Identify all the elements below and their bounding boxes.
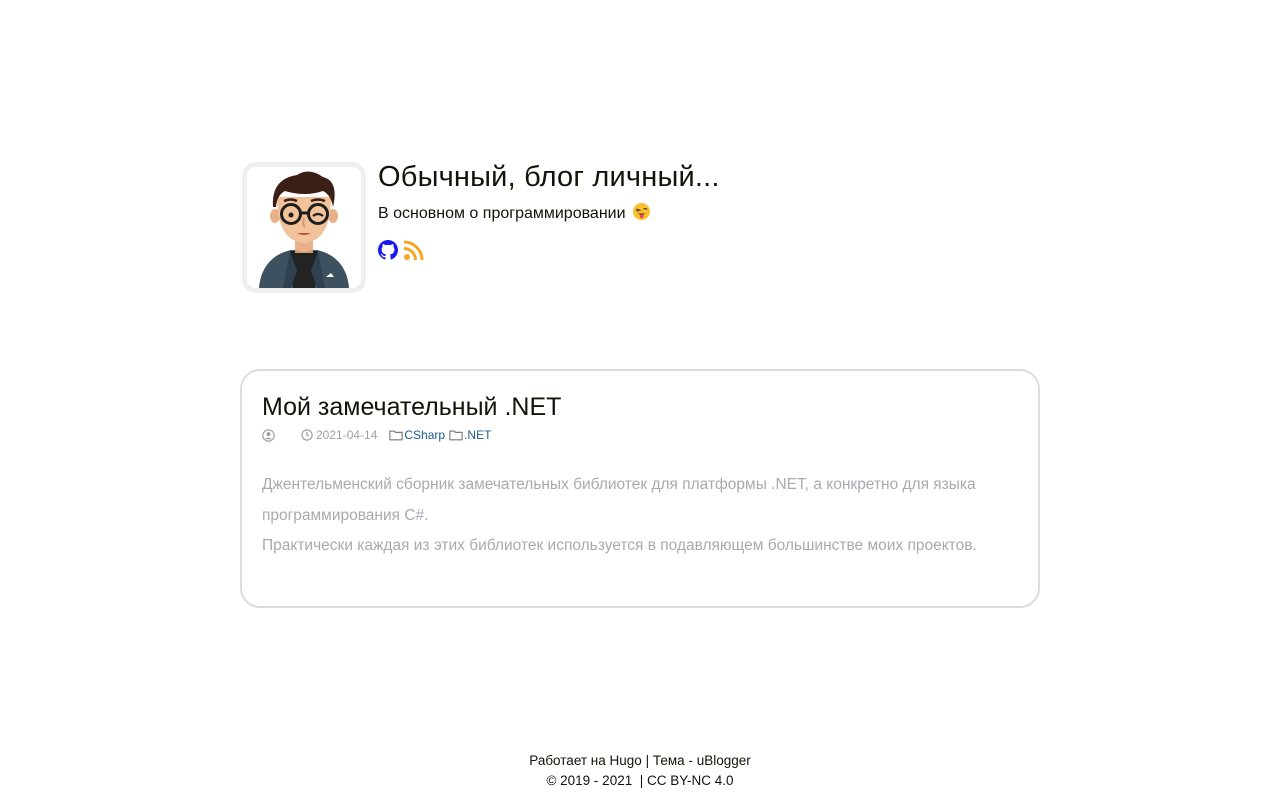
site-subtitle-text: В основном о программировании	[378, 205, 626, 222]
profile-block: Обычный, блог личный... В основном о про…	[242, 159, 720, 293]
profile-info: Обычный, блог личный... В основном о про…	[378, 159, 720, 261]
rss-link[interactable]	[403, 239, 425, 261]
category-link-dotnet[interactable]: .NET	[449, 427, 491, 443]
author-icon[interactable]	[262, 428, 275, 442]
category-label: .NET	[464, 428, 492, 442]
summary-paragraph: Джентельменский сборник замечательных би…	[262, 476, 976, 524]
rss-icon	[403, 240, 424, 261]
clock-icon	[301, 429, 313, 441]
powered-prefix: Работает на	[529, 753, 606, 768]
category-label: CSharp	[404, 428, 446, 442]
site-footer: Работает на Hugo | Тема - uBlogger © 201…	[0, 751, 1280, 791]
folder-icon	[449, 430, 463, 441]
footer-copyright-line: © 2019 - 2021 | CC BY-NC 4.0	[0, 771, 1280, 791]
site-title[interactable]: Обычный, блог личный...	[378, 159, 720, 195]
github-icon	[378, 240, 398, 260]
license-link[interactable]: CC BY-NC 4.0	[647, 773, 734, 788]
winking-tongue-emoji-icon	[632, 202, 651, 221]
post-date-text: 2021-04-14	[316, 428, 378, 442]
post-meta: 2021-04-14 CSharp .NET	[262, 427, 1018, 443]
theme-prefix: Тема -	[652, 753, 693, 768]
avatar[interactable]	[242, 162, 366, 293]
copyright-text: © 2019 - 2021	[546, 773, 633, 788]
summary-paragraph: Практически каждая из этих библиотек исп…	[262, 537, 977, 554]
category-link-csharp[interactable]: CSharp	[389, 427, 445, 443]
post-title[interactable]: Мой замечательный .NET	[262, 391, 561, 423]
footer-separator: |	[645, 753, 650, 768]
site-subtitle: В основном о программировании	[378, 202, 720, 224]
ublogger-link[interactable]: uBlogger	[697, 753, 751, 768]
folder-icon	[389, 430, 404, 441]
hugo-link[interactable]: Hugo	[610, 753, 642, 768]
social-links	[378, 239, 720, 261]
github-link[interactable]	[378, 240, 398, 260]
post-summary: Джентельменский сборник замечательных би…	[262, 470, 1002, 562]
post-date: 2021-04-14	[301, 427, 377, 443]
footer-powered-line: Работает на Hugo | Тема - uBlogger	[0, 751, 1280, 771]
post-card: Мой замечательный .NET 2021-04-14 CSharp	[240, 369, 1040, 608]
avatar-illustration	[247, 167, 361, 288]
license-separator: |	[639, 773, 644, 788]
